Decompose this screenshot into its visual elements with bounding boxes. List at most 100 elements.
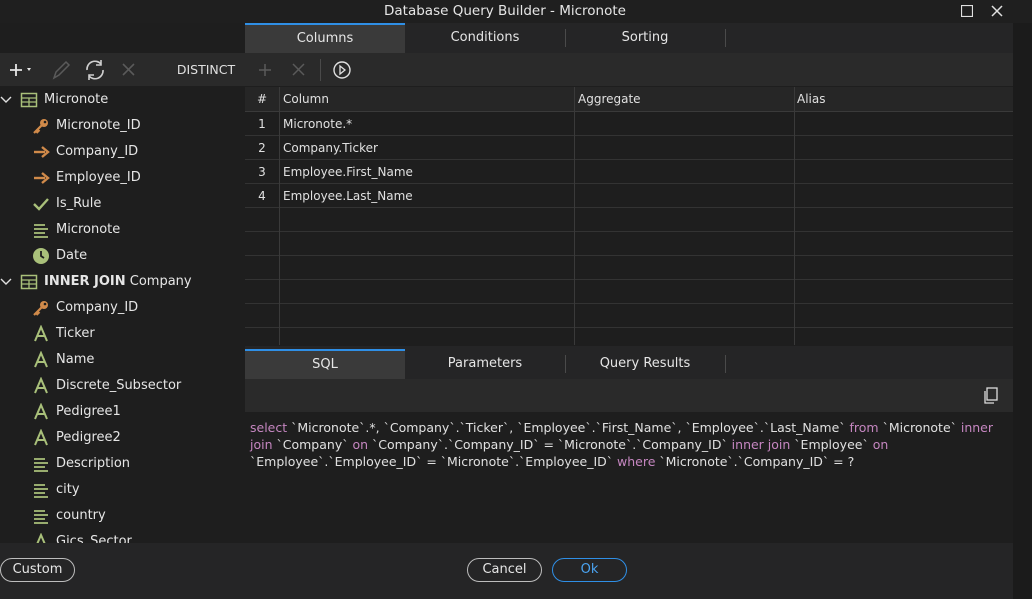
tree-field-item[interactable]: Pedigree1 bbox=[0, 399, 244, 425]
copy-icon[interactable] bbox=[981, 386, 1001, 406]
remove-column-icon[interactable] bbox=[288, 53, 310, 86]
tab-conditions[interactable]: Conditions bbox=[405, 23, 565, 53]
sql-keyword: select bbox=[250, 420, 292, 435]
sql-keyword: on bbox=[352, 437, 372, 452]
tree-field-item[interactable]: Description bbox=[0, 451, 244, 477]
tab-parameters[interactable]: Parameters bbox=[405, 349, 565, 379]
header-alias[interactable]: Alias bbox=[797, 87, 825, 112]
column-cell[interactable]: Employee.First_Name bbox=[283, 160, 413, 184]
grid-divider bbox=[574, 87, 575, 345]
table-row[interactable]: 3 Employee.First_Name bbox=[245, 160, 1013, 184]
tree-field-item[interactable]: Date bbox=[0, 243, 244, 269]
check-icon bbox=[32, 195, 50, 213]
text-a-icon bbox=[32, 428, 50, 447]
grid-header: # Column Aggregate Alias bbox=[245, 87, 1013, 112]
table-row[interactable]: 2 Company.Ticker bbox=[245, 136, 1013, 160]
table-row[interactable] bbox=[245, 304, 1013, 328]
table-icon bbox=[20, 274, 38, 290]
tree-field-item[interactable]: city bbox=[0, 477, 244, 503]
grid-divider bbox=[279, 87, 280, 345]
table-row[interactable]: 1 Micronote.* bbox=[245, 112, 1013, 136]
row-number: 1 bbox=[258, 117, 266, 131]
column-cell[interactable]: Employee.Last_Name bbox=[283, 184, 413, 208]
refresh-icon[interactable] bbox=[82, 53, 108, 86]
header-num: # bbox=[256, 92, 268, 106]
tree-field-item[interactable]: Micronote bbox=[0, 217, 244, 243]
table-icon bbox=[20, 92, 38, 108]
sql-toolbar bbox=[245, 379, 1013, 412]
ok-button[interactable]: Ok bbox=[552, 558, 627, 582]
toolbar-divider bbox=[320, 59, 321, 81]
remove-icon[interactable] bbox=[117, 53, 141, 86]
edit-icon[interactable] bbox=[48, 53, 74, 86]
tree-table-company[interactable]: INNER JOIN Company bbox=[0, 269, 244, 295]
tree-field-label: Micronote_ID bbox=[56, 118, 141, 133]
title-bar: Database Query Builder - Micronote bbox=[0, 0, 1032, 23]
text-lines-icon bbox=[32, 507, 50, 525]
sql-token: `Employee` bbox=[794, 437, 873, 452]
tab-query-results[interactable]: Query Results bbox=[565, 349, 725, 379]
tree-field-label: country bbox=[56, 508, 106, 523]
header-column[interactable]: Column bbox=[283, 87, 329, 112]
custom-button[interactable]: Custom bbox=[0, 558, 75, 582]
tree-field-item[interactable]: Employee_ID bbox=[0, 165, 244, 191]
tree-field-item[interactable]: Micronote_ID bbox=[0, 113, 244, 139]
tab-sql[interactable]: SQL bbox=[245, 349, 405, 379]
sql-token: `Micronote` bbox=[882, 420, 961, 435]
add-table-button[interactable] bbox=[6, 53, 38, 86]
tree-field-label: Ticker bbox=[56, 326, 95, 341]
add-column-icon[interactable] bbox=[254, 53, 276, 86]
table-row[interactable] bbox=[245, 256, 1013, 280]
tree-table-label: Micronote bbox=[44, 92, 109, 107]
key-icon bbox=[32, 299, 50, 317]
run-query-icon[interactable] bbox=[330, 53, 354, 86]
column-cell[interactable]: Company.Ticker bbox=[283, 136, 378, 160]
tab-sorting[interactable]: Sorting bbox=[565, 23, 725, 53]
tree-field-item[interactable]: Company_ID bbox=[0, 139, 244, 165]
table-row[interactable]: 4 Employee.Last_Name bbox=[245, 184, 1013, 208]
header-aggregate[interactable]: Aggregate bbox=[578, 87, 641, 112]
window-edge bbox=[1013, 23, 1032, 599]
sql-token: `Company` bbox=[276, 437, 353, 452]
row-number: 2 bbox=[258, 141, 266, 155]
window-title: Database Query Builder - Micronote bbox=[384, 3, 626, 19]
table-row[interactable] bbox=[245, 208, 1013, 232]
tree-field-label: city bbox=[56, 482, 80, 497]
tree-field-label: Description bbox=[56, 456, 131, 471]
table-tree: Micronote Micronote_ID Company_ID Employee… bbox=[0, 87, 244, 543]
tree-field-item[interactable]: Company_ID bbox=[0, 295, 244, 321]
tree-field-item[interactable]: Discrete_Subsector bbox=[0, 373, 244, 399]
table-row[interactable] bbox=[245, 232, 1013, 256]
table-row[interactable] bbox=[245, 328, 1013, 345]
tab-columns[interactable]: Columns bbox=[245, 23, 405, 53]
table-row[interactable] bbox=[245, 280, 1013, 304]
tree-field-item[interactable]: Name bbox=[0, 347, 244, 373]
tree-field-item[interactable]: Pedigree2 bbox=[0, 425, 244, 451]
chevron-down-icon[interactable] bbox=[0, 87, 12, 113]
tree-field-label: Pedigree2 bbox=[56, 430, 121, 445]
column-cell[interactable]: Micronote.* bbox=[283, 112, 352, 136]
tree-table-micronote[interactable]: Micronote bbox=[0, 87, 244, 113]
cancel-button[interactable]: Cancel bbox=[467, 558, 542, 582]
sql-keyword: on bbox=[872, 437, 889, 452]
tree-field-item[interactable]: Ticker bbox=[0, 321, 244, 347]
distinct-toggle[interactable]: DISTINCT bbox=[170, 53, 242, 86]
tree-field-item[interactable]: Is_Rule bbox=[0, 191, 244, 217]
tree-field-item[interactable]: Gics_Sector bbox=[0, 529, 244, 543]
text-a-icon bbox=[32, 402, 50, 421]
bottom-tabs: SQL Parameters Query Results bbox=[245, 346, 1013, 379]
tree-field-label: Pedigree1 bbox=[56, 404, 121, 419]
join-type-label: INNER JOIN bbox=[44, 274, 126, 289]
tree-field-item[interactable]: country bbox=[0, 503, 244, 529]
columns-grid: # Column Aggregate Alias 1 Micronote.* 2 Co… bbox=[245, 87, 1013, 345]
dialog-footer: Custom Cancel Ok bbox=[0, 543, 1013, 599]
row-number: 4 bbox=[258, 189, 266, 203]
sql-text[interactable]: select `Micronote`.*, `Company`.`Ticker`… bbox=[250, 419, 1005, 470]
sql-token: `Micronote`.`Company_ID` = ? bbox=[659, 454, 855, 469]
text-lines-icon bbox=[32, 455, 50, 473]
key-icon bbox=[32, 117, 50, 135]
chevron-down-icon[interactable] bbox=[0, 269, 12, 295]
top-tabs: Columns Conditions Sorting bbox=[245, 23, 1013, 53]
close-icon[interactable] bbox=[986, 1, 1008, 21]
maximize-icon[interactable] bbox=[956, 1, 978, 21]
